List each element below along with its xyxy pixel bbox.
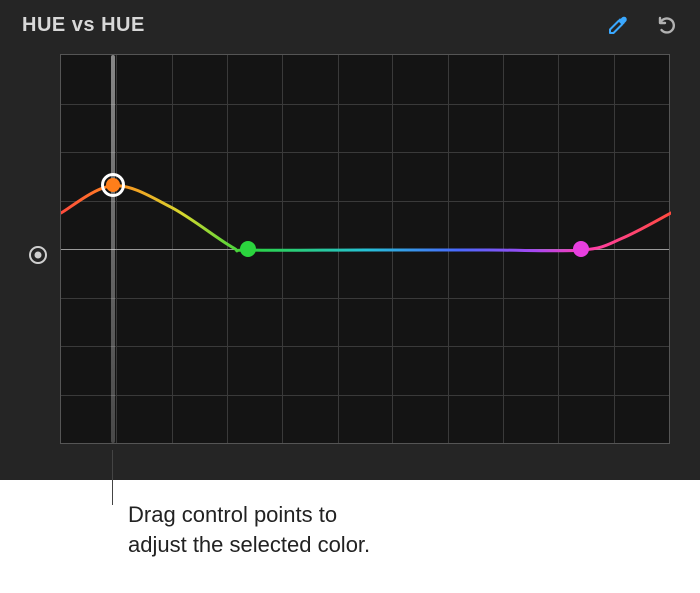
radio-dot-icon [28, 245, 48, 265]
control-point-orange[interactable] [101, 173, 125, 197]
callout-line [112, 450, 113, 505]
caption-text: Drag control points to adjust the select… [128, 500, 370, 559]
caption-line-1: Drag control points to [128, 502, 337, 527]
reset-icon [654, 13, 678, 37]
control-point-magenta[interactable] [573, 241, 589, 257]
color-curves-panel: HUE vs HUE [0, 0, 700, 480]
eyedropper-button[interactable] [606, 13, 630, 37]
hue-curve-graph[interactable] [60, 54, 670, 444]
header-tools [606, 13, 678, 37]
panel-header: HUE vs HUE [0, 0, 700, 50]
caption-area: Drag control points to adjust the select… [0, 480, 700, 593]
panel-title: HUE vs HUE [22, 14, 145, 37]
eyedropper-icon [606, 13, 630, 37]
caption-line-2: adjust the selected color. [128, 532, 370, 557]
vertical-axis-indicator [28, 245, 48, 265]
control-point-green[interactable] [240, 241, 256, 257]
reset-button[interactable] [654, 13, 678, 37]
